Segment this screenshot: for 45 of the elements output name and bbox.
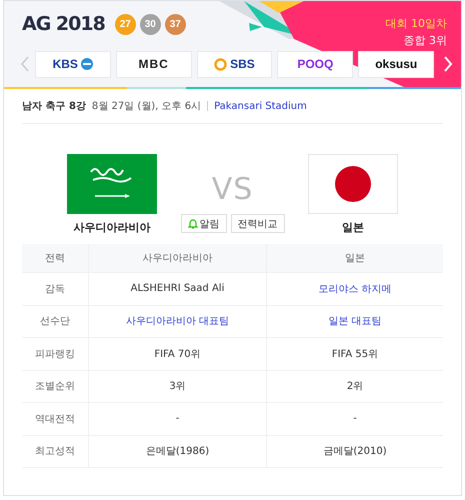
bell-icon	[188, 218, 198, 229]
logo[interactable]: AG 2018	[22, 13, 105, 35]
column-header: 전력	[22, 244, 88, 272]
team-name[interactable]: 일본	[342, 220, 364, 235]
row-label: 감독	[22, 272, 88, 305]
row-label: 피파랭킹	[22, 338, 88, 370]
row-label: 조별순위	[22, 370, 88, 402]
table-cell: -	[88, 402, 266, 435]
table-cell: 3위	[88, 370, 266, 402]
channel-button[interactable]: MBC	[116, 50, 192, 78]
table-link[interactable]: 일본 대표팀	[328, 316, 382, 328]
row-label: 선수단	[22, 305, 88, 338]
versus-label: VS	[212, 172, 254, 209]
table-cell: -	[266, 402, 443, 435]
disc-icon	[80, 58, 93, 70]
channel-button[interactable]: KBS	[34, 50, 111, 78]
team-name[interactable]: 사우디아라비아	[74, 220, 150, 235]
table-cell: FIFA 55위	[266, 338, 443, 370]
day-label: 대회 10일차	[386, 16, 447, 32]
medal-count: 37	[164, 14, 186, 34]
rank-label: 종합 3위	[402, 33, 447, 49]
compare-button[interactable]: 전력비교	[230, 214, 284, 233]
row-label: 최고성적	[22, 435, 88, 468]
ring-icon	[214, 58, 228, 70]
channel-button[interactable]: SBS	[196, 50, 272, 78]
date-time: 8월 27일 (월), 오후 6시	[92, 100, 202, 113]
flag-icon	[308, 154, 398, 214]
table-cell: 금메달(2010)	[266, 435, 443, 468]
row-label: 역대전적	[22, 402, 88, 435]
table-cell: ALSHEHRI Saad Ali	[88, 272, 266, 305]
channel-button[interactable]: oksusu	[358, 50, 434, 78]
table-link[interactable]: 모리야스 하지메	[318, 284, 392, 295]
medal-count: 30	[140, 14, 161, 34]
round-label: 남자 축구 8강	[22, 100, 86, 113]
column-header: 일본	[266, 244, 443, 272]
flag-icon	[67, 154, 157, 214]
table-cell: 은메달(1986)	[88, 435, 266, 468]
column-header: 사우디아라비아	[88, 244, 266, 272]
table-cell: 2위	[266, 370, 443, 402]
table-link[interactable]: 사우디아라비아 대표팀	[126, 316, 230, 328]
medal-count: 27	[114, 14, 136, 34]
channel-button[interactable]: POOQ	[277, 50, 354, 78]
venue-link[interactable]: Pakansari Stadium	[214, 100, 307, 112]
table-cell: FIFA 70위	[88, 338, 266, 370]
alarm-button[interactable]: 알림	[180, 214, 226, 233]
